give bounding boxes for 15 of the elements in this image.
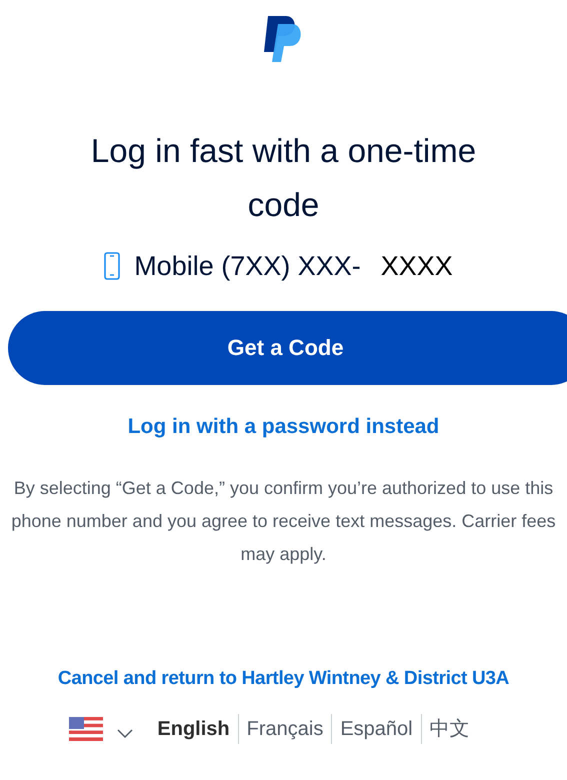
consent-text: By selecting “Get a Code,” you confirm you’re authorized to use this phone number and you agree to receive text messages. Carrier fees may apply. [10, 477, 557, 566]
password-link[interactable]: Log in with a password instead [128, 410, 440, 442]
language-link[interactable]: English [149, 714, 238, 744]
get-code-button[interactable]: Get a Code [8, 310, 567, 384]
page-heading: Log in fast with a one-time code [90, 131, 478, 225]
flag-icon[interactable] [69, 716, 104, 740]
logo-icon [264, 14, 304, 62]
language-link[interactable]: Français [238, 714, 332, 744]
chevron-down-icon[interactable] [117, 728, 134, 738]
language-link[interactable]: 中文 [420, 714, 478, 744]
phone-icon [104, 252, 120, 280]
language-link[interactable]: Español [331, 714, 421, 744]
cancel-link[interactable]: Cancel and return to Hartley Wintney & District U3A [58, 665, 510, 694]
phone-number-suffix: XXXX [380, 250, 453, 283]
phone-number: Mobile (7XX) XXX- [134, 250, 361, 283]
